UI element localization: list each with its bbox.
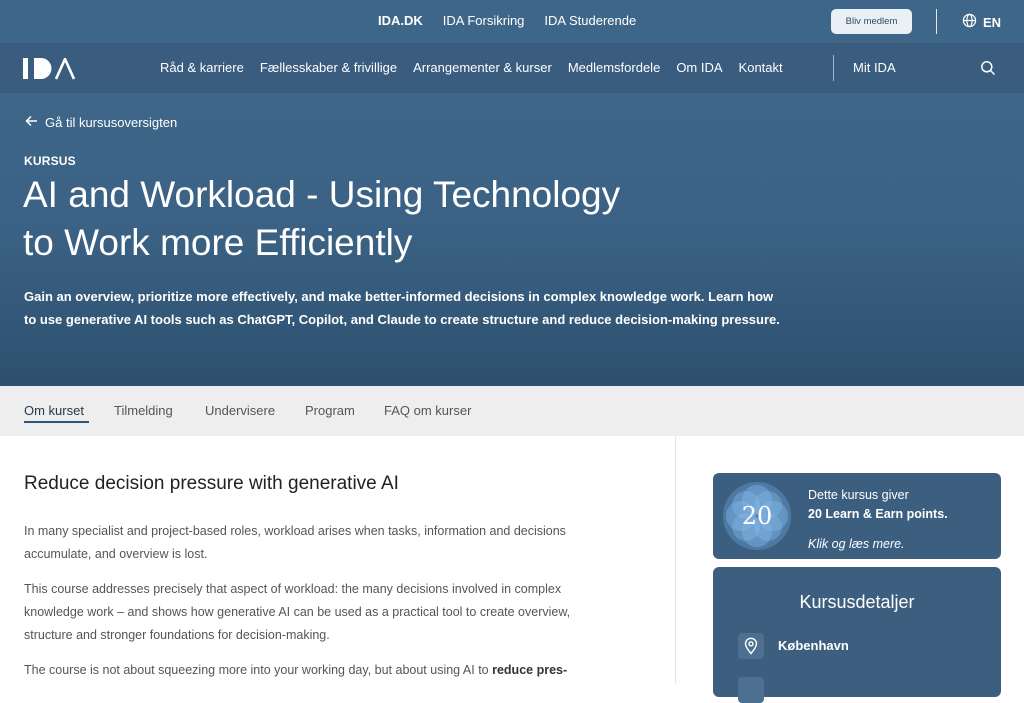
paragraph-3-text: The course is not about squeezing more i… <box>24 663 493 677</box>
ida-logo[interactable] <box>23 55 77 80</box>
paragraph-2-line-2: knowledge work – and shows how generativ… <box>24 605 571 619</box>
points-text-1: Dette kursus giver <box>808 488 909 502</box>
language-switcher[interactable]: EN <box>962 13 1001 31</box>
utility-link-forsikring[interactable]: IDA Forsikring <box>443 13 525 28</box>
column-divider <box>675 436 676 683</box>
utility-link-studerende[interactable]: IDA Studerende <box>544 13 636 28</box>
nav-item-om-ida[interactable]: Om IDA <box>676 60 722 75</box>
page-title-line-1: AI and Workload - Using Technology <box>23 174 621 215</box>
learn-earn-card[interactable]: 20 Dette kursus giver 20 Learn & Earn po… <box>713 473 1001 559</box>
language-label: EN <box>983 14 1002 30</box>
course-hero: Gå til kursusoversigten KURSUS AI and Wo… <box>0 93 1024 386</box>
course-details-heading: Kursusdetaljer <box>799 592 915 612</box>
course-lead-line-1: Gain an overview, prioritize more effect… <box>24 289 774 304</box>
nav-items: Råd & karriere Fællesskaber & frivillige… <box>160 60 783 75</box>
course-tabs: Om kurset Tilmelding Undervisere Program… <box>0 386 1024 436</box>
globe-icon <box>962 13 977 31</box>
paragraph-2-line-1: This course addresses precisely that asp… <box>24 582 562 596</box>
nav-item-kontakt[interactable]: Kontakt <box>739 60 783 75</box>
paragraph-3: The course is not about squeezing more i… <box>24 659 644 682</box>
nav-item-faellesskaber[interactable]: Fællesskaber & frivillige <box>260 60 397 75</box>
tab-program[interactable]: Program <box>305 403 355 418</box>
course-details-card: Kursusdetaljer København <box>713 567 1001 703</box>
paragraph-2-line-3: structure and stronger foundations for d… <box>24 628 330 642</box>
utility-links: IDA.DK IDA Forsikring IDA Studerende <box>378 13 636 28</box>
course-description: Reduce decision pressure with generative… <box>24 473 644 682</box>
nav-item-raad-karriere[interactable]: Råd & karriere <box>160 60 244 75</box>
utility-divider <box>936 9 937 34</box>
nav-item-medlemsfordele[interactable]: Medlemsfordele <box>568 60 661 75</box>
location-pin-icon <box>738 633 764 659</box>
main-navigation: Råd & karriere Fællesskaber & frivillige… <box>0 43 1024 93</box>
paragraph-1: In many specialist and project-based rol… <box>24 520 644 566</box>
nav-item-mit-ida[interactable]: Mit IDA <box>853 60 896 75</box>
tab-om-kurset[interactable]: Om kurset <box>24 403 84 418</box>
tab-undervisere[interactable]: Undervisere <box>205 403 275 418</box>
course-lead: Gain an overview, prioritize more effect… <box>24 285 824 331</box>
course-location: København <box>778 638 849 653</box>
arrow-left-icon <box>25 115 38 130</box>
course-lead-line-2: to use generative AI tools such as ChatG… <box>24 312 780 327</box>
section-heading: Reduce decision pressure with generative… <box>24 473 399 494</box>
points-text-2: 20 Learn & Earn points. <box>808 507 948 521</box>
top-utility-bar: IDA.DK IDA Forsikring IDA Studerende Bli… <box>0 0 1024 43</box>
paragraph-3-bold: reduce pres- <box>492 663 568 677</box>
tab-faq[interactable]: FAQ om kurser <box>384 403 471 418</box>
nav-divider <box>833 55 834 81</box>
become-member-button[interactable]: Bliv medlem <box>831 9 912 34</box>
points-badge-number: 20 <box>742 502 773 530</box>
paragraph-2: This course addresses precisely that asp… <box>24 578 644 647</box>
read-more-link[interactable]: Klik og læs mere. <box>808 537 905 551</box>
search-icon[interactable] <box>980 60 996 76</box>
nav-item-arrangementer[interactable]: Arrangementer & kurser <box>413 60 552 75</box>
utility-link-ida-dk[interactable]: IDA.DK <box>378 13 423 28</box>
page-title-line-2: to Work more Efficiently <box>23 222 413 263</box>
points-badge: 20 <box>722 481 792 551</box>
back-link[interactable]: Gå til kursusoversigten <box>25 115 177 130</box>
active-tab-indicator <box>24 421 89 423</box>
course-eyebrow: KURSUS <box>24 154 76 168</box>
detail-icon <box>738 677 764 703</box>
tab-tilmelding[interactable]: Tilmelding <box>114 403 173 418</box>
paragraph-1-line-1: In many specialist and project-based rol… <box>24 524 566 538</box>
paragraph-1-line-2: accumulate, and overview is lost. <box>24 547 208 561</box>
page-title: AI and Workload - Using Technology to Wo… <box>23 171 783 267</box>
back-link-label: Gå til kursusoversigten <box>45 115 178 130</box>
